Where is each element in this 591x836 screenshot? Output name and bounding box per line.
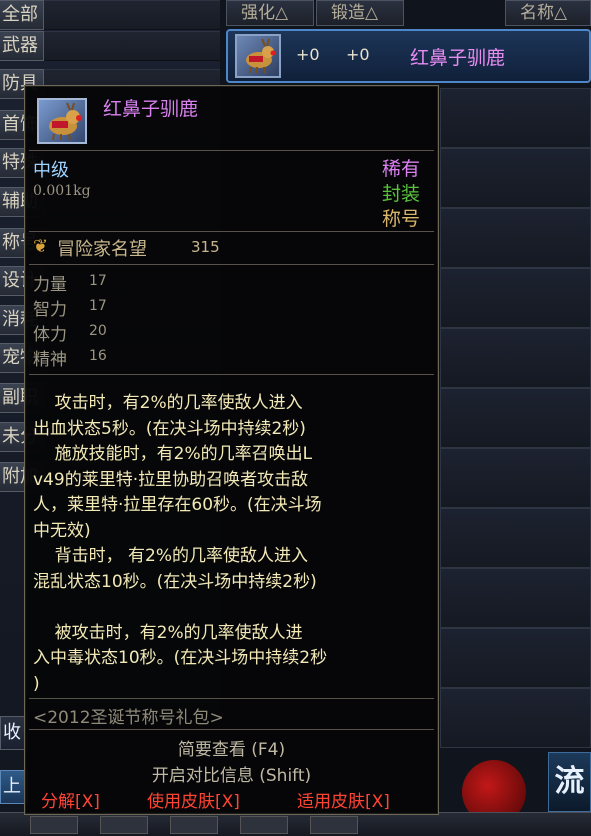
selected-list-item[interactable]: +0 +0 红鼻子驯鹿 bbox=[226, 29, 591, 83]
item-rarity: 稀有 bbox=[381, 158, 420, 180]
hint-brief-view: 简要查看 (F4) bbox=[177, 740, 286, 760]
stat-value: 16 bbox=[89, 348, 107, 364]
item-sealed-status: 封装 bbox=[381, 183, 420, 205]
divider bbox=[29, 231, 434, 232]
divider bbox=[29, 264, 434, 265]
list-item[interactable] bbox=[440, 508, 591, 568]
list-item[interactable] bbox=[440, 268, 591, 328]
list-item[interactable] bbox=[440, 328, 591, 388]
list-item[interactable] bbox=[440, 688, 591, 748]
category-tab[interactable]: 全部 bbox=[0, 0, 44, 30]
hotbar-slot[interactable] bbox=[170, 816, 218, 834]
column-header-enhance[interactable]: 强化△ bbox=[226, 0, 314, 26]
apply-skin-button[interactable]: 适用皮肤[X] bbox=[297, 787, 390, 812]
item-grade: 中级 bbox=[33, 160, 69, 181]
bottom-hotbar bbox=[0, 812, 591, 836]
tooltip-title: 红鼻子驯鹿 bbox=[103, 98, 199, 120]
stat-value: 17 bbox=[89, 298, 107, 314]
stat-name: 力量 bbox=[33, 275, 67, 295]
stat-value: 17 bbox=[89, 273, 107, 289]
fame-value: 315 bbox=[191, 238, 220, 256]
item-effect-text: 攻击时，有2%的几率使敌人进入 出血状态5秒。(在决斗场中持续2秒) 施放技能时… bbox=[33, 393, 328, 694]
list-item[interactable] bbox=[440, 568, 591, 628]
hotbar-slot[interactable] bbox=[310, 816, 358, 834]
item-source: <2012圣诞节称号礼包> bbox=[33, 708, 224, 728]
item-type: 称号 bbox=[381, 208, 420, 230]
enhance-value: +0 bbox=[296, 45, 320, 64]
fame-label: 冒险家名望 bbox=[57, 239, 147, 260]
list-item[interactable] bbox=[440, 628, 591, 688]
divider bbox=[29, 374, 434, 375]
column-header-forge[interactable]: 锻造△ bbox=[316, 0, 404, 26]
divider bbox=[29, 698, 434, 699]
list-item[interactable] bbox=[440, 388, 591, 448]
item-name: 红鼻子驯鹿 bbox=[410, 47, 506, 69]
category-row bbox=[44, 31, 220, 61]
hint-compare: 开启对比信息 (Shift) bbox=[151, 766, 312, 786]
divider bbox=[29, 729, 434, 730]
category-tab[interactable]: 武器 bbox=[0, 31, 44, 61]
list-item[interactable] bbox=[440, 88, 591, 148]
reindeer-icon bbox=[235, 34, 281, 78]
item-weight: 0.001kg bbox=[33, 183, 91, 199]
fame-icon: ❦ bbox=[33, 236, 49, 257]
flow-skill-button[interactable]: 流 bbox=[548, 752, 591, 812]
hotbar-slot[interactable] bbox=[30, 816, 78, 834]
list-item[interactable] bbox=[440, 148, 591, 208]
reindeer-icon bbox=[37, 98, 87, 144]
use-skin-button[interactable]: 使用皮肤[X] bbox=[147, 787, 240, 812]
hotbar-slot[interactable] bbox=[100, 816, 148, 834]
hotbar-slot[interactable] bbox=[240, 816, 288, 834]
stat-name: 体力 bbox=[33, 325, 67, 345]
list-item[interactable] bbox=[440, 208, 591, 268]
item-tooltip: 红鼻子驯鹿 中级 0.001kg 稀有 封装 称号 ❦ 冒险家名望 315 力量… bbox=[24, 85, 439, 815]
stat-value: 20 bbox=[89, 323, 107, 339]
divider bbox=[29, 150, 434, 151]
forge-value: +0 bbox=[346, 45, 370, 64]
category-row bbox=[44, 0, 220, 30]
list-item[interactable] bbox=[440, 448, 591, 508]
disassemble-button[interactable]: 分解[X] bbox=[41, 787, 100, 812]
column-header-name[interactable]: 名称△ bbox=[505, 0, 591, 26]
stat-name: 智力 bbox=[33, 300, 67, 320]
stat-name: 精神 bbox=[33, 350, 67, 370]
